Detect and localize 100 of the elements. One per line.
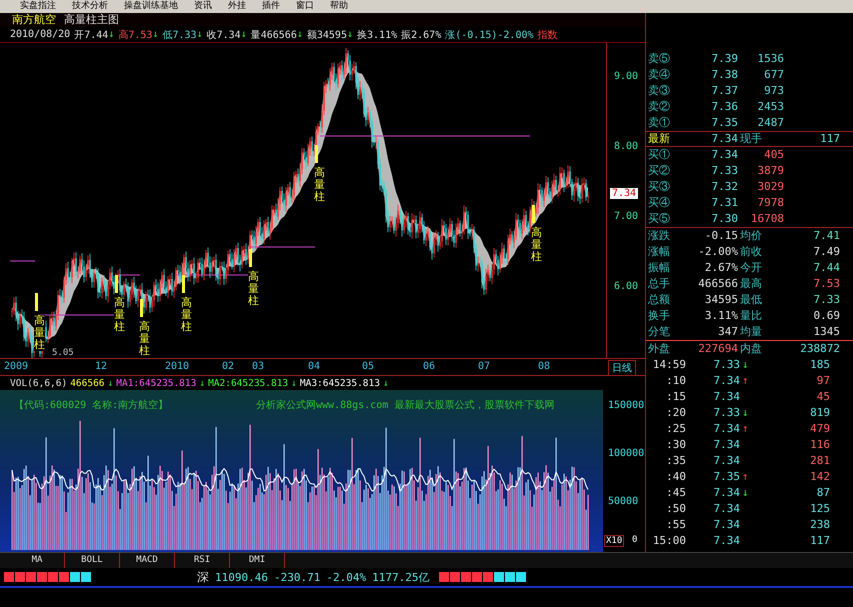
stat-label: 最高 (739, 276, 763, 292)
tick-time: :20 (665, 405, 686, 421)
period-label[interactable]: 日线 (608, 360, 636, 376)
tick-time: :30 (665, 437, 686, 453)
order-label: 卖② (647, 99, 671, 115)
order-label: 最新 (647, 132, 671, 146)
order-price: 7.39 (710, 51, 738, 67)
stat-value: 0.69 (812, 308, 841, 324)
tick-price: 7.34 (712, 373, 740, 389)
stat-value: 7.44 (812, 260, 841, 276)
order-volume: 1536 (756, 51, 785, 67)
menu-item[interactable]: 插件 (262, 0, 280, 13)
order-volume: 973 (763, 83, 785, 99)
tick-time: :40 (665, 469, 686, 485)
quote-date: 2010/08/20 (10, 29, 70, 40)
market-label: 深 (197, 568, 209, 586)
stat-label: 换手 (647, 308, 671, 324)
order-price: 7.35 (710, 115, 738, 131)
date-axis-label: 2009 (4, 361, 28, 372)
price-axis-label: 9.00 (614, 71, 638, 82)
high-volume-label: 高量柱 (139, 321, 150, 358)
order-label: 卖③ (647, 83, 671, 99)
tick-volume: 281 (809, 453, 830, 469)
stat-label: 均量 (739, 324, 763, 340)
low-price-label: 5.05 (52, 348, 74, 358)
order-label: 买① (647, 147, 671, 163)
tick-price: 7.34 (712, 389, 740, 405)
menu-item[interactable]: 技术分析 (72, 0, 108, 13)
stat-value: 7.41 (812, 228, 841, 244)
tick-volume: 125 (809, 501, 830, 517)
date-axis-label: 06 (423, 361, 436, 372)
stat-label: 均价 (739, 228, 763, 244)
order-price: 7.32 (710, 179, 738, 195)
moving-average-label: MA2:645235.813 (208, 378, 288, 388)
menu-item[interactable]: 资讯 (194, 0, 212, 13)
date-axis-label: 07 (478, 361, 490, 372)
arrow-text: ↓ (382, 378, 389, 388)
quote-field: 量466566 (250, 28, 297, 42)
stat-value: 2.67% (704, 260, 738, 276)
stock-name: 南方航空 (12, 13, 56, 27)
arrow-text: ↓ (742, 358, 749, 371)
arrow-text: ↑ (742, 422, 749, 435)
tick-volume: 238 (809, 517, 830, 533)
tick-price: 7.33 (712, 357, 740, 373)
stat-label: 总额 (647, 292, 671, 308)
tick-time: :55 (665, 517, 686, 533)
menu-item[interactable]: 实盘指注 (20, 0, 56, 13)
tick-volume: 819 (809, 405, 830, 421)
arrow-text: ↓ (199, 378, 206, 388)
menu-item[interactable]: 操盘训练基地 (124, 0, 178, 13)
moving-average-label: MA1:645235.813 (116, 378, 196, 388)
scale-label[interactable]: X10 (604, 535, 624, 547)
high-volume-label: 高量柱 (34, 315, 45, 352)
high-volume-label: 高量柱 (248, 271, 259, 308)
index-link[interactable]: 指数 (538, 28, 558, 42)
formula-name: 高量柱主图 (64, 13, 119, 27)
date-axis-label: 05 (362, 361, 374, 372)
tick-price: 7.34 (712, 437, 740, 453)
stat-value: 34595 (704, 292, 738, 308)
tick-time: :10 (665, 373, 686, 389)
arrow-text: ↑ (742, 470, 749, 483)
tick-volume: 116 (809, 437, 830, 453)
stat-value: 7.53 (812, 276, 841, 292)
order-label: 买② (647, 163, 671, 179)
arrow-text: ↓ (291, 378, 297, 388)
high-volume-label: 高量柱 (314, 167, 325, 204)
order-volume: 405 (763, 147, 785, 163)
menu-item[interactable]: 帮助 (330, 0, 348, 13)
inner-volume-label: 内盘 (739, 341, 763, 357)
index-change: -230.71 (274, 570, 320, 584)
tick-time: 14:59 (652, 357, 686, 373)
volume-axis-label: 100000 (608, 448, 644, 459)
stat-value: 1345 (812, 324, 841, 340)
arrow-text: ↓ (108, 378, 114, 388)
price-axis-label: 6.00 (614, 281, 638, 292)
menu-item[interactable]: 窗口 (296, 0, 314, 13)
order-price: 7.34 (710, 147, 738, 163)
tick-time: :45 (665, 485, 686, 501)
order-volume: 7978 (756, 195, 785, 211)
index-percent: -2.04% (326, 570, 366, 584)
index-value: 11090.46 (215, 570, 268, 584)
outer-volume-label: 外盘 (647, 341, 671, 357)
moving-average-label: MA3:645235.813 (300, 378, 380, 388)
high-volume-label: 高量柱 (114, 297, 125, 334)
quote-field: 收7.34 (206, 28, 241, 42)
menu-item[interactable]: 外挂 (228, 0, 246, 13)
tick-volume: 185 (809, 357, 830, 373)
price-axis-label: 8.00 (614, 141, 638, 152)
order-volume: 117 (819, 132, 841, 146)
stat-label: 今开 (739, 260, 763, 276)
order-price: 7.30 (710, 211, 738, 227)
arrow-text: ↓ (742, 406, 749, 419)
quote-field: 高7.53 (118, 28, 152, 42)
order-label: 卖① (647, 115, 671, 131)
order-price: 7.38 (710, 67, 738, 83)
order-volume: 677 (763, 67, 785, 83)
order-label: 买⑤ (647, 211, 671, 227)
stat-value: 7.33 (812, 292, 841, 308)
stat-label: 最低 (739, 292, 763, 308)
arrow-text: ↓ (196, 29, 203, 40)
